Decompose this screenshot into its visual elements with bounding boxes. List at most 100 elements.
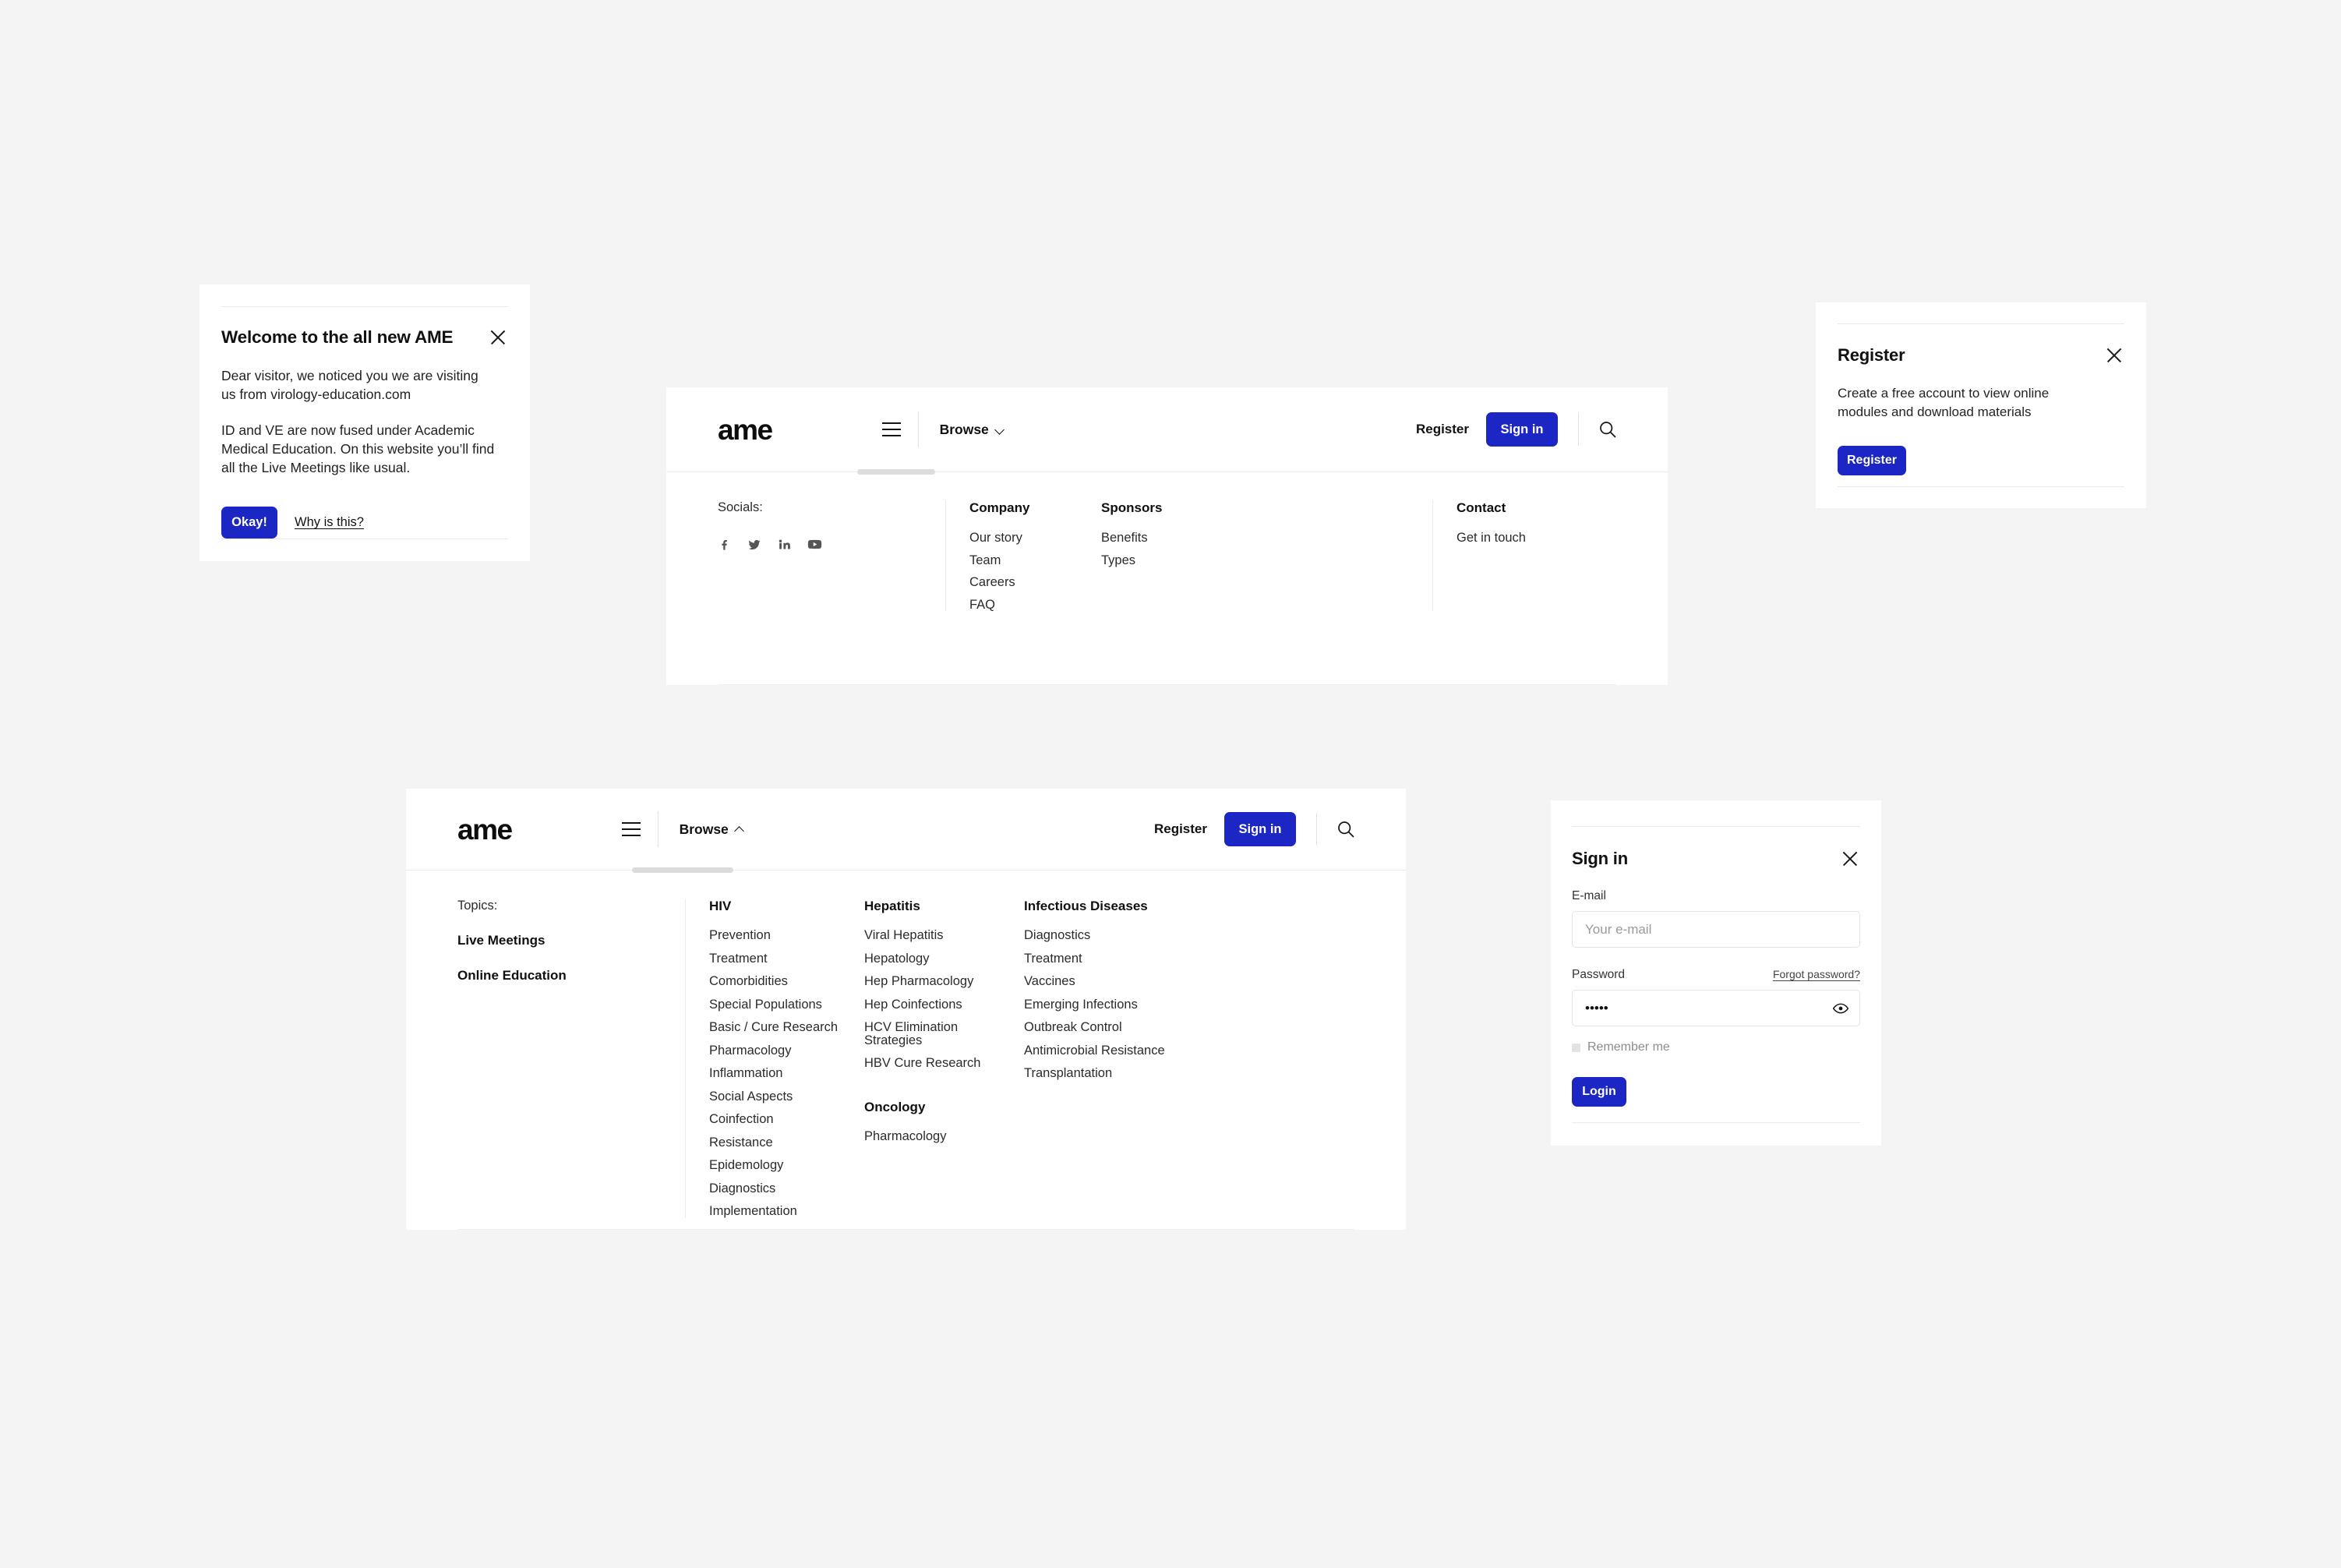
mega-link[interactable]: Antimicrobial Resistance <box>1024 1034 1180 1058</box>
mega-link[interactable]: Epidemology <box>709 1149 841 1172</box>
mega-link[interactable]: Treatment <box>1024 942 1180 966</box>
footer-link[interactable]: Types <box>1101 545 1432 567</box>
login-button[interactable]: Login <box>1572 1077 1626 1107</box>
mega-link[interactable]: Viral Hepatitis <box>864 919 1001 942</box>
welcome-paragraph-1: Dear visitor, we noticed you we are visi… <box>221 367 478 402</box>
mega-link[interactable]: Basic / Cure Research <box>709 1011 841 1034</box>
footer-link[interactable]: Our story <box>969 522 1101 545</box>
navbar-divider <box>657 811 659 847</box>
mega-link[interactable]: Diagnostics <box>709 1172 841 1195</box>
signin-button[interactable]: Sign in <box>1224 812 1296 846</box>
mega-link[interactable]: Social Aspects <box>709 1080 841 1104</box>
register-button[interactable]: Register <box>1838 445 1906 475</box>
search-icon[interactable] <box>1337 821 1354 838</box>
browse-menu-button[interactable]: Browse <box>680 821 744 838</box>
register-link[interactable]: Register <box>1416 422 1469 437</box>
ame-logo[interactable]: ame <box>718 415 773 444</box>
register-description: Create a free account to view online mod… <box>1838 386 2050 419</box>
mega-link[interactable]: Prevention <box>709 919 841 942</box>
mega-link[interactable]: Pharmacology <box>864 1120 1001 1143</box>
mega-link[interactable]: HBV Cure Research <box>864 1047 1001 1070</box>
email-field[interactable] <box>1572 911 1860 948</box>
browse-mega-menu-panel: ame Browse Register Sign in Topics: Live… <box>406 789 1406 1230</box>
register-title: Register <box>1838 345 1905 365</box>
register-dialog: Register Create a free account to view o… <box>1816 302 2146 508</box>
footer-link[interactable]: Careers <box>969 567 1101 589</box>
signin-dialog: Sign in E-mail Password Forgot password?… <box>1551 800 1881 1146</box>
mega-link[interactable]: Treatment <box>709 942 841 966</box>
twitter-icon[interactable] <box>747 538 761 552</box>
email-field-wrap <box>1572 911 1860 948</box>
mega-menu-body: Topics: Live Meetings Online Education H… <box>406 871 1406 1218</box>
mega-column-infectious-diseases: Infectious Diseases Diagnostics Treatmen… <box>1001 899 1180 1218</box>
register-link[interactable]: Register <box>1154 821 1207 837</box>
signin-header: Sign in <box>1572 849 1860 869</box>
mega-link[interactable]: Hepatology <box>864 942 1001 966</box>
browse-label: Browse <box>679 821 729 837</box>
hamburger-menu-icon[interactable] <box>881 422 901 436</box>
mega-column-hepatitis: Hepatitis Viral Hepatitis Hepatology Hep… <box>841 899 1001 1218</box>
top-navbar: ame Browse Register Sign in <box>666 387 1668 471</box>
why-is-this-link[interactable]: Why is this? <box>295 515 364 530</box>
mega-links-list: Viral Hepatitis Hepatology Hep Pharmacol… <box>864 919 1001 1070</box>
navbar-left: ame Browse <box>457 811 744 847</box>
mega-link[interactable]: Pharmacology <box>709 1034 841 1058</box>
mega-link[interactable]: Resistance <box>709 1126 841 1150</box>
mega-link[interactable]: Diagnostics <box>1024 919 1180 942</box>
footer-link[interactable]: Get in touch <box>1457 522 1612 545</box>
ame-logo[interactable]: ame <box>457 815 513 844</box>
socials-row <box>718 537 945 552</box>
topic-link-online-education[interactable]: Online Education <box>457 968 685 984</box>
footer-link[interactable]: Benefits <box>1101 522 1432 545</box>
search-icon[interactable] <box>1599 421 1616 438</box>
hamburger-menu-icon[interactable] <box>621 822 641 836</box>
linkedin-icon[interactable] <box>778 538 791 551</box>
topics-label: Topics: <box>457 899 498 913</box>
okay-button[interactable]: Okay! <box>221 507 277 539</box>
close-icon[interactable] <box>2104 345 2124 366</box>
chevron-up-icon <box>736 825 744 834</box>
forgot-password-link[interactable]: Forgot password? <box>1773 968 1860 980</box>
mega-link[interactable]: HCV Elimination Strategies <box>864 1011 1001 1047</box>
mega-link[interactable]: Hep Coinfections <box>864 988 1001 1012</box>
facebook-icon[interactable] <box>718 538 731 551</box>
register-header: Register <box>1838 345 2124 366</box>
password-field-wrap <box>1572 990 1860 1026</box>
mega-link[interactable]: Emerging Infections <box>1024 988 1180 1012</box>
divider-bottom <box>1838 486 2124 487</box>
close-icon[interactable] <box>1840 849 1860 869</box>
footer-column-company: Company Our story Team Careers FAQ <box>945 500 1101 611</box>
navbar-divider <box>917 411 919 447</box>
welcome-header: Welcome to the all new AME <box>221 327 508 348</box>
mega-link[interactable]: Coinfection <box>709 1103 841 1126</box>
mega-column-hiv: HIV Prevention Treatment Comorbidities S… <box>685 899 841 1218</box>
remember-me-checkbox[interactable] <box>1572 1043 1580 1052</box>
mega-link[interactable]: Hep Pharmacology <box>864 965 1001 988</box>
signin-button[interactable]: Sign in <box>1486 412 1558 447</box>
mega-link[interactable]: Inflammation <box>709 1057 841 1080</box>
footer-link[interactable]: Team <box>969 545 1101 567</box>
remember-me-label: Remember me <box>1587 1040 1670 1054</box>
topic-link-live-meetings[interactable]: Live Meetings <box>457 933 685 948</box>
youtube-icon[interactable] <box>807 537 822 552</box>
nav-footer-panel: ame Browse Register Sign in Socials: Com… <box>666 387 1668 685</box>
mega-link[interactable]: Comorbidities <box>709 965 841 988</box>
mega-link[interactable]: Vaccines <box>1024 965 1180 988</box>
footer-links-list: Get in touch <box>1457 522 1612 545</box>
show-password-eye-icon[interactable] <box>1832 1000 1849 1017</box>
footer-column-sponsors: Sponsors Benefits Types <box>1101 500 1432 611</box>
mega-column-heading: Infectious Diseases <box>1024 899 1148 913</box>
divider-top <box>1572 826 1860 827</box>
footer-link[interactable]: FAQ <box>969 589 1101 612</box>
close-icon[interactable] <box>488 327 508 348</box>
mega-link[interactable]: Transplantation <box>1024 1057 1180 1080</box>
mega-link[interactable]: Outbreak Control <box>1024 1011 1180 1034</box>
topics-column: Topics: Live Meetings Online Education <box>457 899 685 1218</box>
footer-links-list: Benefits Types <box>1101 522 1432 567</box>
browse-menu-button[interactable]: Browse <box>940 422 1005 438</box>
footer-socials-column: Socials: <box>718 500 945 611</box>
mega-link[interactable]: Implementation <box>709 1195 841 1218</box>
horizontal-scrollbar-thumb[interactable] <box>632 867 733 873</box>
mega-link[interactable]: Special Populations <box>709 988 841 1012</box>
password-field[interactable] <box>1572 990 1860 1026</box>
